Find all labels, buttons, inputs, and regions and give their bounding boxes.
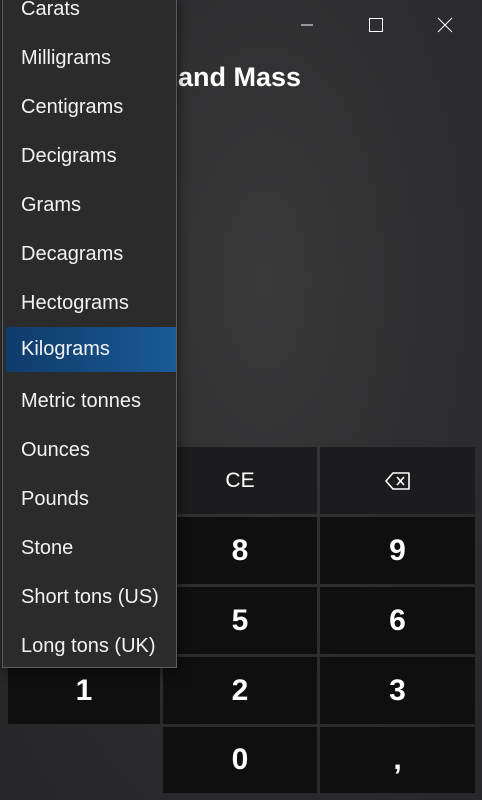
- minimize-button[interactable]: [280, 0, 334, 50]
- unit-option-kilograms[interactable]: Kilograms: [6, 327, 176, 372]
- page-title: and Mass: [178, 62, 302, 92]
- unit-option-ounces[interactable]: Ounces: [3, 428, 176, 473]
- unit-option-short-tons[interactable]: Short tons (US): [3, 575, 176, 620]
- close-button[interactable]: [418, 0, 472, 50]
- digit-6-button[interactable]: 6: [320, 587, 475, 654]
- digit-5-button[interactable]: 5: [163, 587, 317, 654]
- maximize-icon: [369, 18, 383, 32]
- digit-3-button[interactable]: 3: [320, 657, 475, 724]
- unit-option-stone[interactable]: Stone: [3, 526, 176, 571]
- clear-entry-button[interactable]: CE: [163, 447, 317, 514]
- unit-option-grams[interactable]: Grams: [3, 183, 176, 228]
- minimize-icon: [301, 24, 313, 26]
- unit-option-centigrams[interactable]: Centigrams: [3, 85, 176, 130]
- decimal-separator-button[interactable]: ,: [320, 727, 475, 793]
- unit-option-metric-tonnes[interactable]: Metric tonnes: [3, 379, 176, 424]
- backspace-button[interactable]: [320, 447, 475, 514]
- digit-8-button[interactable]: 8: [163, 517, 317, 584]
- unit-dropdown-list[interactable]: Carats Milligrams Centigrams Decigrams G…: [2, 0, 177, 668]
- unit-option-carats[interactable]: Carats: [3, 0, 176, 32]
- maximize-button[interactable]: [349, 0, 403, 50]
- backspace-icon: [384, 471, 410, 490]
- unit-option-long-tons[interactable]: Long tons (UK): [3, 624, 176, 669]
- digit-2-button[interactable]: 2: [163, 657, 317, 724]
- unit-option-hectograms[interactable]: Hectograms: [3, 281, 176, 326]
- unit-option-pounds[interactable]: Pounds: [3, 477, 176, 522]
- unit-option-decigrams[interactable]: Decigrams: [3, 134, 176, 179]
- unit-option-decagrams[interactable]: Decagrams: [3, 232, 176, 277]
- unit-option-milligrams[interactable]: Milligrams: [3, 36, 176, 81]
- close-icon: [437, 17, 453, 33]
- digit-0-button[interactable]: 0: [163, 727, 317, 793]
- digit-9-button[interactable]: 9: [320, 517, 475, 584]
